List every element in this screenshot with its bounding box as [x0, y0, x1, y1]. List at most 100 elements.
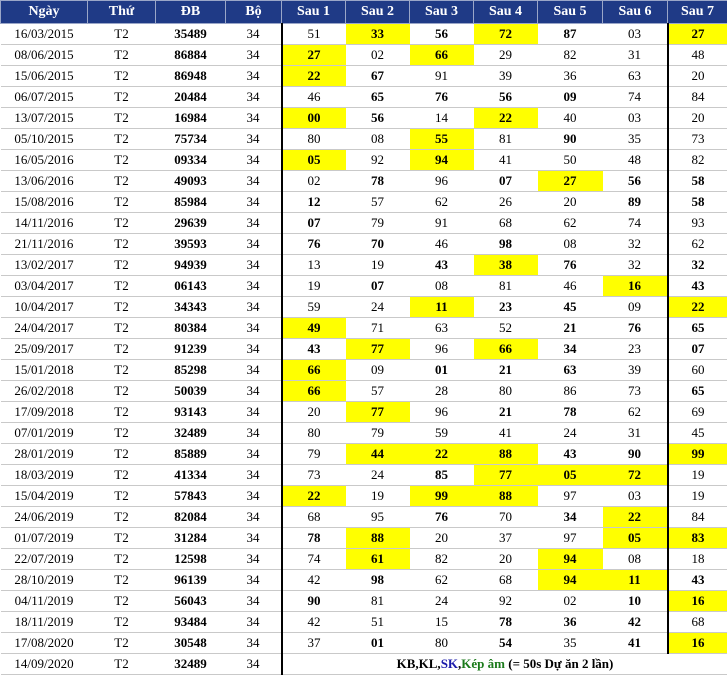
- cell-thu: T2: [88, 549, 156, 570]
- table-row: 18/11/2019T2934843442511578364268: [1, 612, 727, 633]
- cell-sau-3: 56: [410, 24, 474, 45]
- cell-sau-7: 43: [668, 276, 727, 297]
- cell-sau-1: 90: [282, 591, 346, 612]
- table-row: 13/02/2017T2949393413194338763232: [1, 255, 727, 276]
- cell-thu: T2: [88, 423, 156, 444]
- cell-sau-6: 39: [603, 360, 668, 381]
- table-row: 26/02/2018T2500393466572880867365: [1, 381, 727, 402]
- cell-sau-7: 19: [668, 486, 727, 507]
- cell-sau-6: 10: [603, 591, 668, 612]
- cell-db: 56043: [156, 591, 226, 612]
- cell-date: 13/06/2016: [1, 171, 88, 192]
- cell-date: 14/09/2020: [1, 654, 88, 675]
- cell-sau-6: 62: [603, 402, 668, 423]
- cell-db: 50039: [156, 381, 226, 402]
- cell-date: 16/05/2016: [1, 150, 88, 171]
- cell-sau-1: 76: [282, 234, 346, 255]
- cell-sau-3: 43: [410, 255, 474, 276]
- cell-thu: T2: [88, 297, 156, 318]
- cell-thu: T2: [88, 318, 156, 339]
- cell-date: 13/07/2015: [1, 108, 88, 129]
- cell-date: 13/02/2017: [1, 255, 88, 276]
- cell-sau-2: 95: [346, 507, 410, 528]
- cell-sau-6: 03: [603, 108, 668, 129]
- cell-thu: T2: [88, 129, 156, 150]
- cell-db: 31284: [156, 528, 226, 549]
- cell-sau-1: 46: [282, 87, 346, 108]
- cell-sau-3: 91: [410, 213, 474, 234]
- cell-sau-2: 79: [346, 423, 410, 444]
- cell-sau-1: 37: [282, 633, 346, 654]
- cell-thu: T2: [88, 150, 156, 171]
- cell-sau-5: 94: [538, 570, 603, 591]
- cell-db: 09334: [156, 150, 226, 171]
- cell-date: 18/03/2019: [1, 465, 88, 486]
- lottery-results-table: Ngày Thứ ĐB Bộ Sau 1 Sau 2 Sau 3 Sau 4 S…: [0, 0, 727, 675]
- cell-sau-1: 22: [282, 486, 346, 507]
- cell-sau-6: 74: [603, 87, 668, 108]
- cell-sau-4: 29: [474, 45, 538, 66]
- cell-bo: 34: [226, 318, 282, 339]
- cell-bo: 34: [226, 612, 282, 633]
- cell-sau-3: 66: [410, 45, 474, 66]
- cell-sau-7: 27: [668, 24, 727, 45]
- cell-sau-6: 41: [603, 633, 668, 654]
- cell-sau-2: 08: [346, 129, 410, 150]
- cell-db: 94939: [156, 255, 226, 276]
- cell-sau-5: 62: [538, 213, 603, 234]
- cell-thu: T2: [88, 507, 156, 528]
- cell-sau-4: 78: [474, 612, 538, 633]
- cell-sau-6: 32: [603, 234, 668, 255]
- cell-db: 80384: [156, 318, 226, 339]
- cell-sau-7: 58: [668, 171, 727, 192]
- table-row: 17/09/2018T2931433420779621786269: [1, 402, 727, 423]
- cell-date: 07/01/2019: [1, 423, 88, 444]
- cell-sau-2: 24: [346, 465, 410, 486]
- table-row: 15/04/2019T2578433422199988970319: [1, 486, 727, 507]
- table-row: 24/06/2019T2820843468957670342284: [1, 507, 727, 528]
- cell-sau-7: 69: [668, 402, 727, 423]
- header-sau-3: Sau 3: [410, 1, 474, 24]
- cell-sau-4: 72: [474, 24, 538, 45]
- cell-sau-7: 60: [668, 360, 727, 381]
- cell-sau-5: 86: [538, 381, 603, 402]
- cell-thu: T2: [88, 570, 156, 591]
- cell-sau-7: 58: [668, 192, 727, 213]
- cell-sau-5: 34: [538, 339, 603, 360]
- cell-sau-5: 76: [538, 255, 603, 276]
- cell-sau-4: 07: [474, 171, 538, 192]
- cell-date: 15/04/2019: [1, 486, 88, 507]
- table-row: 05/10/2015T2757343480085581903573: [1, 129, 727, 150]
- cell-db: 32489: [156, 423, 226, 444]
- header-db: ĐB: [156, 1, 226, 24]
- cell-date: 16/03/2015: [1, 24, 88, 45]
- cell-sau-6: 23: [603, 339, 668, 360]
- cell-sau-3: 28: [410, 381, 474, 402]
- cell-db: 39593: [156, 234, 226, 255]
- cell-db: 75734: [156, 129, 226, 150]
- cell-sau-2: 09: [346, 360, 410, 381]
- cell-sau-6: 42: [603, 612, 668, 633]
- cell-date: 08/06/2015: [1, 45, 88, 66]
- cell-date: 04/11/2019: [1, 591, 88, 612]
- cell-date: 01/07/2019: [1, 528, 88, 549]
- cell-sau-1: 78: [282, 528, 346, 549]
- table-row: 18/03/2019T2413343473248577057219: [1, 465, 727, 486]
- cell-db: 93143: [156, 402, 226, 423]
- table-row: 03/04/2017T2061433419070881461643: [1, 276, 727, 297]
- cell-db: 86948: [156, 66, 226, 87]
- cell-sau-4: 26: [474, 192, 538, 213]
- cell-sau-4: 22: [474, 108, 538, 129]
- note-sk: SK: [441, 656, 458, 671]
- cell-sau-4: 38: [474, 255, 538, 276]
- cell-sau-5: 63: [538, 360, 603, 381]
- note-rest: (= 50s Dự ăn 2 lần): [505, 656, 613, 671]
- cell-sau-3: 96: [410, 171, 474, 192]
- cell-bo: 34: [226, 129, 282, 150]
- cell-sau-5: 36: [538, 612, 603, 633]
- cell-sau-1: 80: [282, 129, 346, 150]
- table-row: 16/05/2016T2093343405929441504882: [1, 150, 727, 171]
- cell-sau-5: 50: [538, 150, 603, 171]
- cell-bo: 34: [226, 255, 282, 276]
- cell-sau-2: 77: [346, 339, 410, 360]
